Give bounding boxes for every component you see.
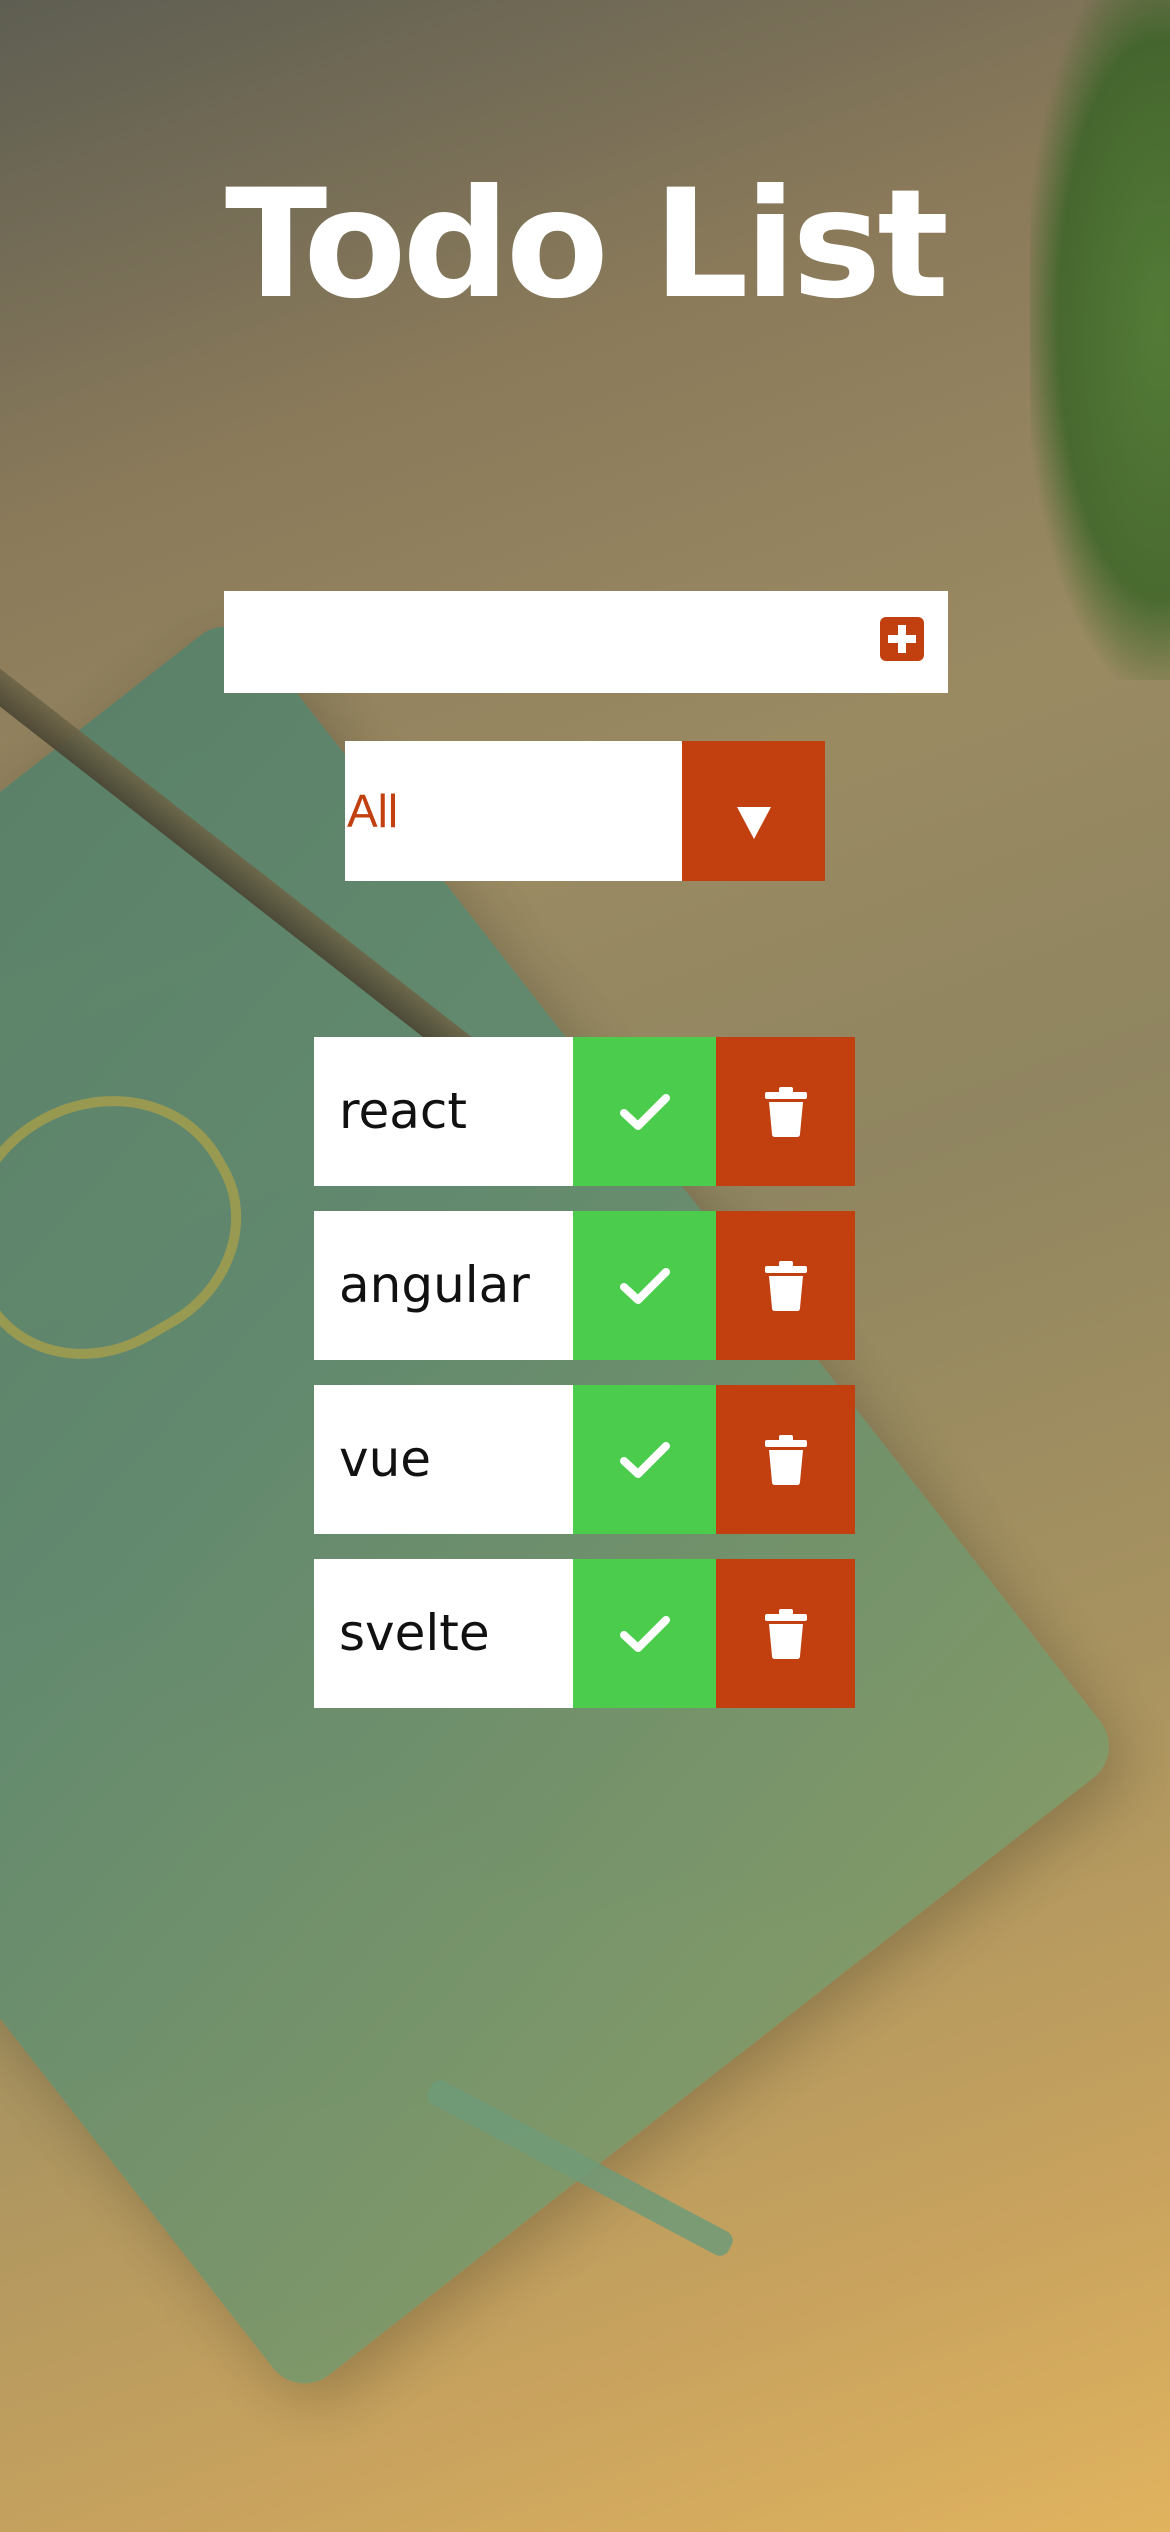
trash-icon — [764, 1608, 807, 1659]
todo-form — [224, 591, 948, 693]
filter-dropdown-toggle[interactable] — [682, 741, 825, 881]
todo-item: angular — [314, 1211, 855, 1360]
complete-button[interactable] — [573, 1211, 716, 1360]
todo-input[interactable] — [224, 591, 844, 693]
todo-item: vue — [314, 1385, 855, 1534]
delete-button[interactable] — [716, 1037, 855, 1186]
trash-icon — [764, 1086, 807, 1137]
complete-button[interactable] — [573, 1037, 716, 1186]
complete-button[interactable] — [573, 1385, 716, 1534]
delete-button[interactable] — [716, 1385, 855, 1534]
trash-icon — [764, 1260, 807, 1311]
todo-list: react angular vue svelte — [314, 1037, 855, 1733]
check-icon — [619, 1093, 670, 1130]
add-todo-button[interactable] — [880, 617, 924, 661]
delete-button[interactable] — [716, 1559, 855, 1708]
todo-text: react — [339, 1082, 467, 1140]
plant-shape — [1030, 0, 1170, 680]
complete-button[interactable] — [573, 1559, 716, 1708]
check-icon — [619, 1441, 670, 1478]
page-title: Todo List — [224, 158, 949, 332]
trash-icon — [764, 1434, 807, 1485]
delete-button[interactable] — [716, 1211, 855, 1360]
check-icon — [619, 1615, 670, 1652]
filter-selected-value: All — [347, 785, 399, 837]
todo-text: svelte — [339, 1604, 490, 1662]
todo-item: svelte — [314, 1559, 855, 1708]
todo-text: angular — [339, 1256, 530, 1314]
todo-item: react — [314, 1037, 855, 1186]
caret-down-icon — [737, 807, 771, 839]
check-icon — [619, 1267, 670, 1304]
todo-text: vue — [339, 1430, 432, 1488]
filter-select[interactable]: All — [345, 741, 825, 881]
